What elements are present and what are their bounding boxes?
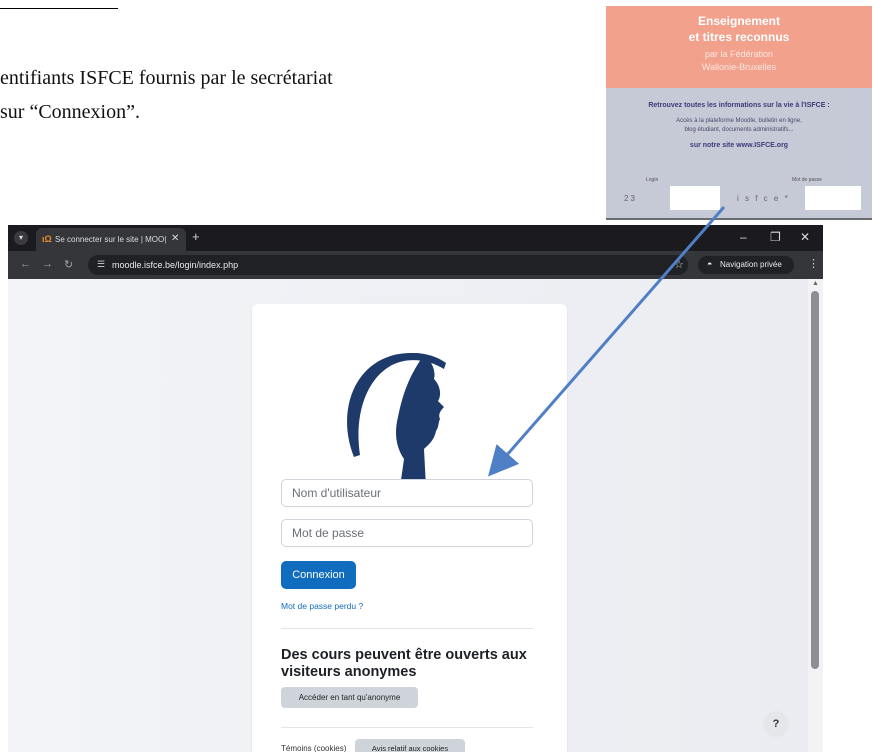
flyer-title-line-2: et titres reconnus (688, 30, 790, 44)
help-icon[interactable]: ? (763, 711, 789, 737)
minimize-icon[interactable]: – (740, 230, 747, 244)
page-viewport: Connexion Mot de passe perdu ? Des cours… (8, 279, 823, 752)
scrollbar-thumb[interactable] (811, 291, 819, 669)
flyer-info-line-2: blog étudiant, documents administratifs.… (684, 127, 794, 133)
address-bar: ← → ↻ ☰ moodle.isfce.be/login/index.php … (8, 251, 823, 279)
flyer-website: sur notre site www.ISFCE.org (689, 142, 789, 149)
document-text-line-1: entifiants ISFCE fournis par le secrétar… (0, 67, 333, 89)
back-icon[interactable]: ← (20, 258, 31, 270)
flyer-subtitle-line-1: par la Fédération (704, 49, 774, 59)
flyer-password-code: i s f c e * (737, 194, 790, 203)
divider (281, 727, 533, 728)
flyer-login-box (670, 186, 720, 210)
kebab-menu-icon[interactable]: ⋮ (808, 257, 819, 270)
guest-login-button[interactable]: Accéder en tant qu'anonyme (281, 687, 418, 708)
flyer-subtitle-line-2: Wallonie-Bruxelles (701, 62, 777, 72)
url-input[interactable]: ☰ moodle.isfce.be/login/index.php (88, 255, 688, 275)
incognito-icon: ◓ (707, 259, 713, 269)
menu-icon[interactable]: ▾ (14, 231, 28, 245)
forward-icon[interactable]: → (42, 258, 53, 270)
document-text-line-2: sur “Connexion”. (0, 101, 140, 123)
tab-login[interactable]: ıΩ Se connecter sur le site | MOO| ✕ (36, 228, 186, 251)
url-text: moodle.isfce.be/login/index.php (112, 260, 239, 270)
tab-title: Se connecter sur le site | MOO| (55, 235, 167, 244)
forgot-password-link[interactable]: Mot de passe perdu ? (281, 601, 363, 611)
flyer-login-label: Login (646, 177, 659, 183)
window-close-icon[interactable]: ✕ (800, 230, 810, 244)
username-input[interactable] (281, 479, 533, 507)
site-info-icon[interactable]: ☰ (97, 259, 105, 270)
flyer-password-label: Mot de passe (792, 177, 823, 183)
cookies-notice-button[interactable]: Avis relatif aux cookies (355, 739, 465, 752)
reload-icon[interactable]: ↻ (64, 258, 73, 271)
flyer-info-line-1: Accès à la plateforme Moodle, bulletin e… (676, 118, 802, 124)
divider (281, 628, 533, 629)
plus-icon[interactable]: + (192, 230, 200, 244)
login-button[interactable]: Connexion (281, 561, 356, 589)
isfce-logo (347, 352, 446, 487)
password-input[interactable] (281, 519, 533, 547)
scroll-up-icon[interactable]: ▲ (812, 280, 819, 287)
guest-access-heading: Des cours peuvent être ouverts aux visit… (281, 647, 527, 680)
underline-rule (0, 8, 118, 9)
close-icon[interactable]: ✕ (171, 233, 179, 244)
isfce-flyer-photo: Enseignement et titres reconnus par la F… (606, 6, 872, 220)
login-card: Connexion Mot de passe perdu ? Des cours… (252, 304, 567, 752)
moodle-favicon-icon: ıΩ (42, 234, 52, 244)
browser-window: ▾ ıΩ Se connecter sur le site | MOO| ✕ +… (8, 225, 823, 752)
cookies-label: Témoins (cookies) (281, 744, 347, 752)
private-browsing-label: Navigation privée (720, 260, 782, 269)
star-icon[interactable]: ☆ (674, 258, 684, 271)
tab-bar: ▾ ıΩ Se connecter sur le site | MOO| ✕ +… (8, 225, 823, 251)
flyer-login-code: 23 (624, 194, 637, 203)
flyer-password-box (805, 186, 861, 210)
flyer-title-line-1: Enseignement (697, 14, 781, 28)
private-browsing-badge[interactable]: ◓ Navigation privée (698, 256, 794, 274)
restore-icon[interactable]: ❐ (770, 230, 781, 244)
flyer-info-heading: Retrouvez toutes les informations sur la… (648, 102, 830, 109)
